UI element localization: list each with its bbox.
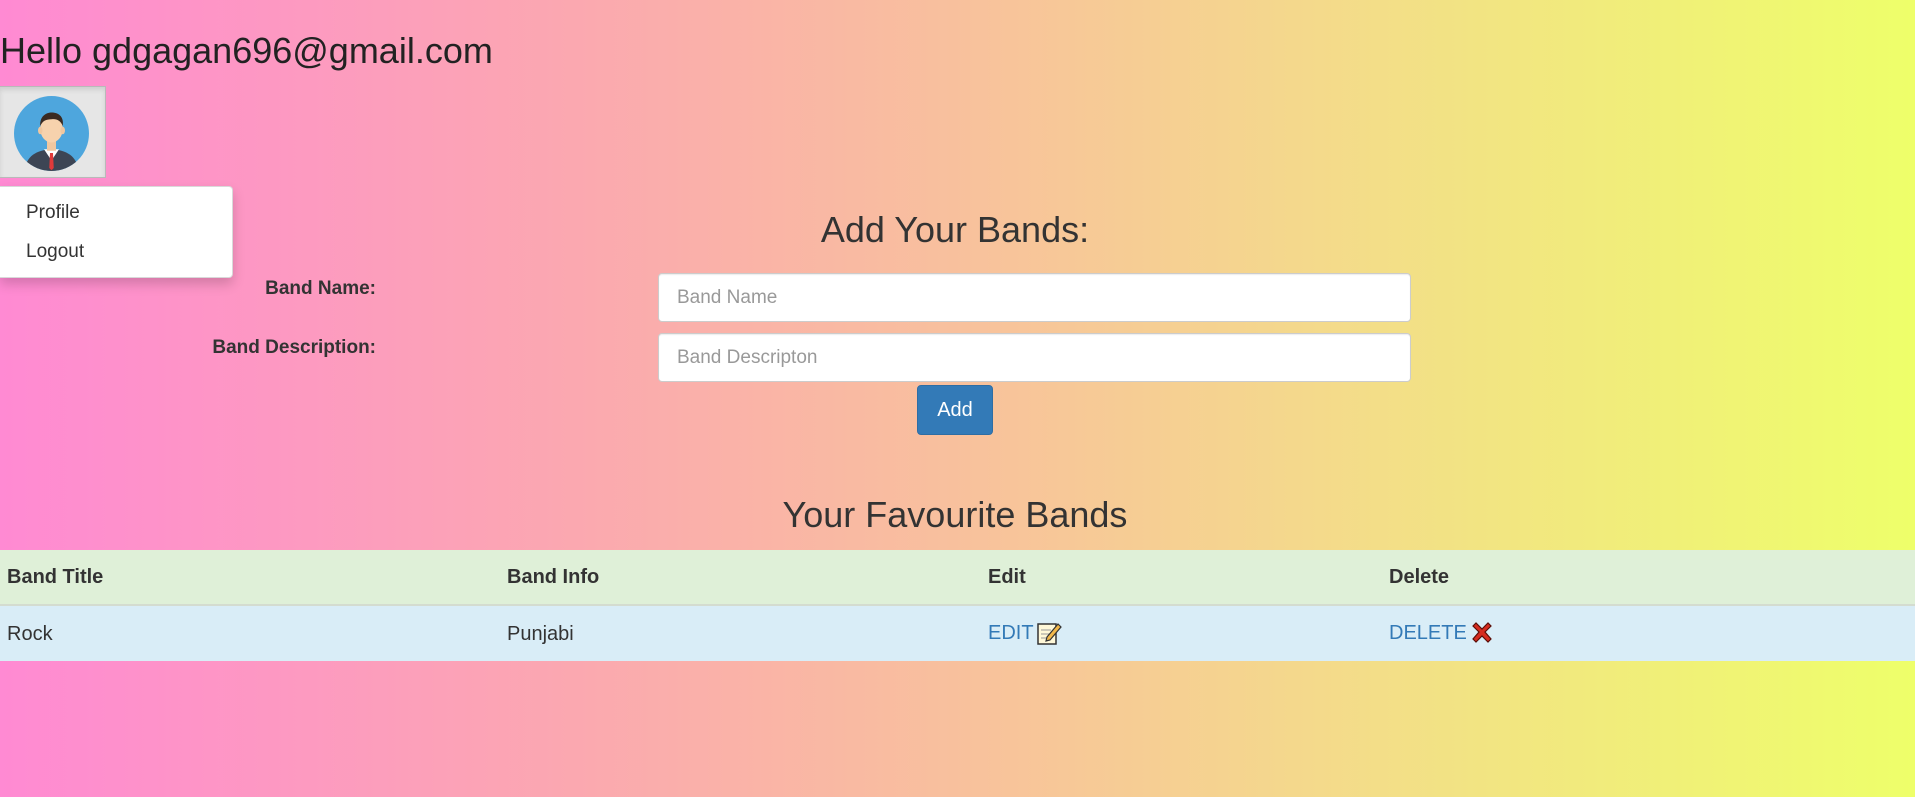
delete-link[interactable]: DELETE	[1389, 620, 1495, 646]
add-band-button[interactable]: Add	[917, 385, 993, 435]
band-name-input[interactable]	[658, 273, 1411, 322]
user-avatar-icon	[14, 96, 89, 171]
column-header-band-info: Band Info	[507, 566, 600, 588]
favourite-bands-title: Your Favourite Bands	[782, 494, 1128, 535]
column-header-edit: Edit	[988, 566, 1026, 588]
delete-link-label: DELETE	[1389, 622, 1467, 644]
edit-cell: EDIT	[988, 620, 1062, 646]
band-info-cell: Punjabi	[507, 623, 574, 645]
band-description-label: Band Description:	[212, 337, 376, 358]
greeting-text: Hello gdgagan696@gmail.com	[0, 30, 493, 71]
edit-note-icon	[1036, 623, 1062, 645]
red-x-icon	[1471, 622, 1492, 643]
band-title-cell: Rock	[7, 623, 53, 645]
band-description-input[interactable]	[658, 333, 1411, 382]
column-header-delete: Delete	[1389, 566, 1450, 588]
edit-link[interactable]: EDIT	[988, 620, 1062, 646]
page: Hello gdgagan696@gmail.com Profile Logou…	[0, 0, 1915, 797]
edit-link-label: EDIT	[988, 622, 1034, 644]
favourite-bands-table: Band Title Band Info Edit Delete Rock Pu…	[0, 550, 1915, 661]
delete-cell: DELETE	[1389, 620, 1495, 646]
column-header-band-title: Band Title	[7, 566, 104, 588]
user-menu-toggle-button[interactable]	[0, 86, 106, 178]
table-row: Rock Punjabi EDIT DELETE	[0, 606, 1915, 661]
add-bands-title: Add Your Bands:	[820, 209, 1090, 250]
table-header-row: Band Title Band Info Edit Delete	[0, 550, 1915, 606]
band-name-label: Band Name:	[265, 278, 376, 299]
